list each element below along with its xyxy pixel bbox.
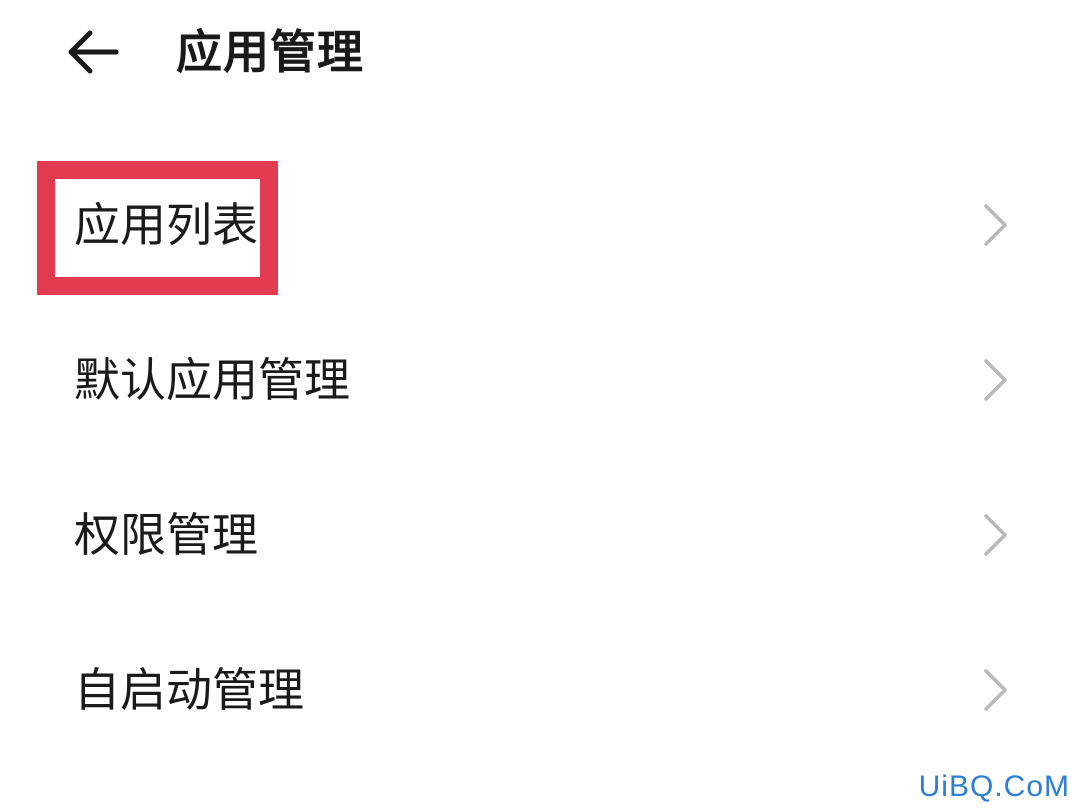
chevron-right-icon [980, 667, 1010, 713]
menu-item-label: 应用列表 [74, 198, 258, 252]
menu-item-default-apps[interactable]: 默认应用管理 [0, 300, 1080, 455]
menu-item-label: 权限管理 [74, 508, 258, 562]
screen: 应用管理 应用列表 默认应用管理 权限管理 自启动管理 UiBQ.CoM [0, 0, 1080, 810]
menu-item-label: 默认应用管理 [74, 353, 350, 407]
watermark: UiBQ.CoM [918, 770, 1070, 803]
back-button[interactable] [60, 22, 130, 82]
menu-item-app-list[interactable]: 应用列表 [0, 145, 1080, 300]
app-header: 应用管理 [0, 0, 1080, 110]
page-title: 应用管理 [176, 25, 364, 79]
menu-list: 应用列表 默认应用管理 权限管理 自启动管理 [0, 145, 1080, 765]
menu-item-permissions[interactable]: 权限管理 [0, 455, 1080, 610]
chevron-right-icon [980, 202, 1010, 248]
menu-item-autostart[interactable]: 自启动管理 [0, 610, 1080, 765]
chevron-right-icon [980, 512, 1010, 558]
menu-item-label: 自启动管理 [74, 663, 304, 717]
arrow-left-icon [68, 30, 119, 74]
chevron-right-icon [980, 357, 1010, 403]
